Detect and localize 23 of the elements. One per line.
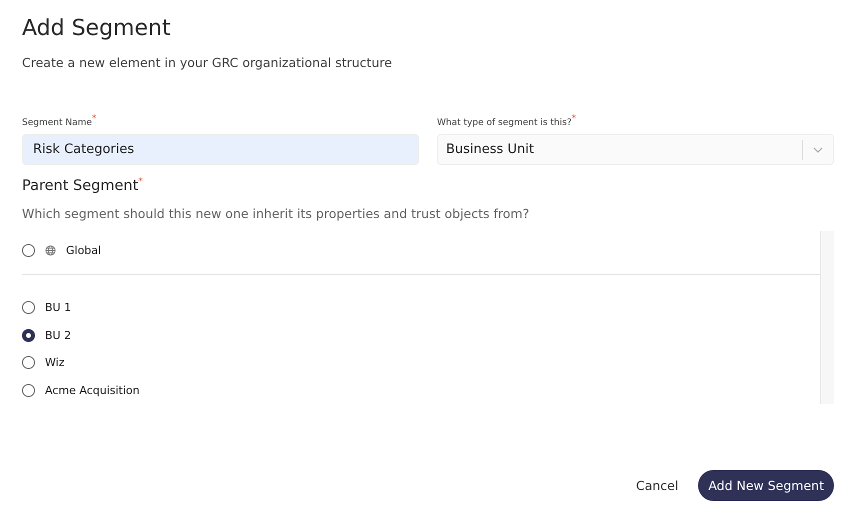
add-segment-button[interactable]: Add New Segment xyxy=(698,470,834,501)
radio-button[interactable] xyxy=(22,301,35,314)
radio-option[interactable]: Acme Acquisition xyxy=(22,376,820,404)
radio-option[interactable]: Global xyxy=(22,236,820,264)
section-heading: Parent Segment$^{*}$ xyxy=(22,177,144,194)
select-field[interactable]: Business Unit xyxy=(437,134,834,165)
radio-button[interactable] xyxy=(22,384,35,397)
radio-button[interactable] xyxy=(22,356,35,370)
dialog-title: Add Segment xyxy=(22,16,172,41)
radio-button[interactable] xyxy=(22,328,35,342)
required-mark: * xyxy=(92,114,96,124)
scrollbar[interactable] xyxy=(820,230,834,404)
required-mark: * xyxy=(138,177,143,187)
dialog-subtitle: Create a new element in your GRC organizational structure xyxy=(22,55,393,70)
globe-icon xyxy=(45,245,56,256)
radio-option[interactable]: Wiz xyxy=(22,349,820,376)
section-hint: Which segment should this new one inherit its properties and trust objects from? xyxy=(22,206,530,221)
radio-option[interactable]: BU 1 xyxy=(22,294,820,322)
radio-option[interactable]: BU 2 xyxy=(22,322,820,350)
input-field[interactable]: Risk Categories xyxy=(22,134,419,165)
radio-button[interactable] xyxy=(22,244,35,258)
required-mark: * xyxy=(572,114,576,124)
cancel-button[interactable]: Cancel xyxy=(626,470,688,501)
